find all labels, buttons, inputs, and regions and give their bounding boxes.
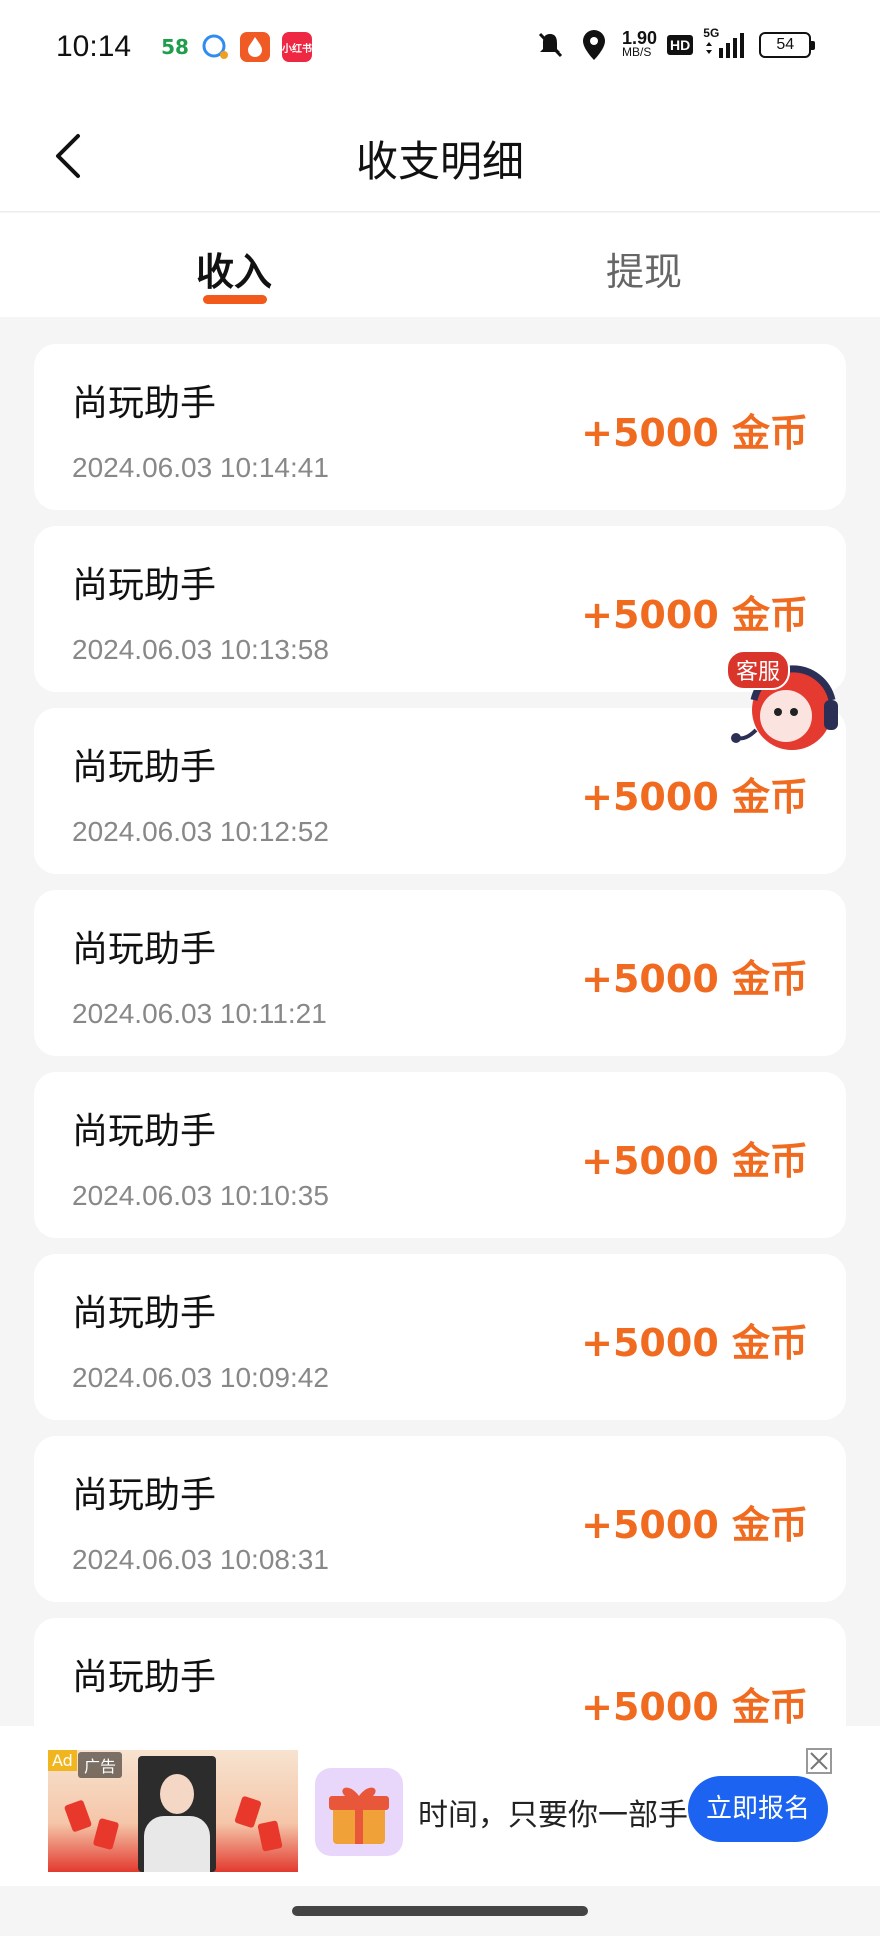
close-icon <box>810 1752 828 1770</box>
ad-close-button[interactable] <box>806 1748 832 1774</box>
record-name: 尚玩助手 <box>72 1657 217 1698</box>
record-amount: +5000 金币 <box>581 1139 808 1183</box>
record-amount: +5000 金币 <box>581 775 808 819</box>
record-item[interactable]: 尚玩助手 2024.06.03 10:13:58 +5000 金币 <box>34 526 846 692</box>
record-time: 2024.06.03 10:09:42 <box>72 1362 329 1393</box>
active-tab-indicator <box>203 295 267 304</box>
net-speed: 1.90 MB/S <box>622 28 658 59</box>
tab-withdraw[interactable]: 提现 <box>606 241 682 296</box>
record-item[interactable]: 尚玩助手 2024.06.03 10:10:35 +5000 金币 <box>34 1072 846 1238</box>
record-amount: +5000 金币 <box>581 593 808 637</box>
mute-bell-icon <box>538 32 563 58</box>
red-envelope-icons <box>64 1796 283 1852</box>
record-time: 2024.06.03 10:14:41 <box>72 452 329 483</box>
customer-service-label: 客服 <box>726 650 791 690</box>
record-item[interactable]: 尚玩助手 2024.06.03 10:11:21 +5000 金币 <box>34 890 846 1056</box>
location-icon <box>583 30 605 60</box>
status-time: 10:14 <box>56 30 132 63</box>
record-time: 2024.06.03 10:10:35 <box>72 1180 329 1211</box>
record-amount: +5000 金币 <box>581 957 808 1001</box>
record-time: 2024.06.03 10:11:21 <box>72 998 327 1029</box>
flame-app-icon <box>240 32 270 62</box>
record-time: 2024.06.03 10:08:31 <box>72 1544 329 1575</box>
record-name: 尚玩助手 <box>72 1475 217 1516</box>
record-name: 尚玩助手 <box>72 929 217 970</box>
signal-icon: 5G <box>703 26 745 60</box>
record-amount: +5000 金币 <box>581 1685 808 1729</box>
battery-icon: 54 <box>759 32 816 58</box>
record-item[interactable]: 尚玩助手 2024.06.03 10:08:31 +5000 金币 <box>34 1436 846 1602</box>
record-time: 2024.06.03 10:12:52 <box>72 816 329 847</box>
record-item[interactable]: 尚玩助手 2024.06.03 10:09:42 +5000 金币 <box>34 1254 846 1420</box>
record-name: 尚玩助手 <box>72 747 217 788</box>
tab-bar: 收入 提现 <box>0 213 880 317</box>
record-item[interactable]: 尚玩助手 2024.06.03 10:12:52 +5000 金币 <box>34 708 846 874</box>
chat-bubble-icon <box>200 32 230 62</box>
record-name: 尚玩助手 <box>72 1293 217 1334</box>
gift-box-icon <box>315 1768 403 1856</box>
status-icons: 1.90 MB/S HD 5G 54 <box>534 26 816 62</box>
record-time: 2024.06.03 10:13:58 <box>72 634 329 665</box>
status-bar: 10:14 58 小红书 1.90 MB/S HD 5G 54 <box>0 0 880 100</box>
record-amount: +5000 金币 <box>581 1321 808 1365</box>
record-name: 尚玩助手 <box>72 1111 217 1152</box>
hd-badge: HD <box>667 35 694 55</box>
record-item[interactable]: 尚玩助手 2024.06.03 10:14:41 +5000 金币 <box>34 344 846 510</box>
app-58-icon: 58 <box>161 35 189 59</box>
ad-text: 时间，只要你一部手 <box>418 1798 688 1833</box>
record-name: 尚玩助手 <box>72 565 217 606</box>
nav-bar: 收支明细 <box>0 100 880 212</box>
tab-income[interactable]: 收入 <box>196 241 272 296</box>
ad-banner[interactable]: Ad 广告 时间，只要你一部手 立即报名 <box>0 1726 880 1886</box>
page-title: 收支明细 <box>355 137 524 186</box>
record-amount: +5000 金币 <box>581 1503 808 1547</box>
xiaohongshu-app-icon: 小红书 <box>282 32 312 62</box>
customer-service-button[interactable]: 客服 <box>726 640 852 760</box>
record-name: 尚玩助手 <box>72 383 217 424</box>
record-amount: +5000 金币 <box>581 411 808 455</box>
ad-thumbnail[interactable]: Ad 广告 <box>48 1750 298 1872</box>
home-indicator[interactable] <box>292 1906 588 1916</box>
ad-cta-button[interactable]: 立即报名 <box>688 1776 828 1842</box>
